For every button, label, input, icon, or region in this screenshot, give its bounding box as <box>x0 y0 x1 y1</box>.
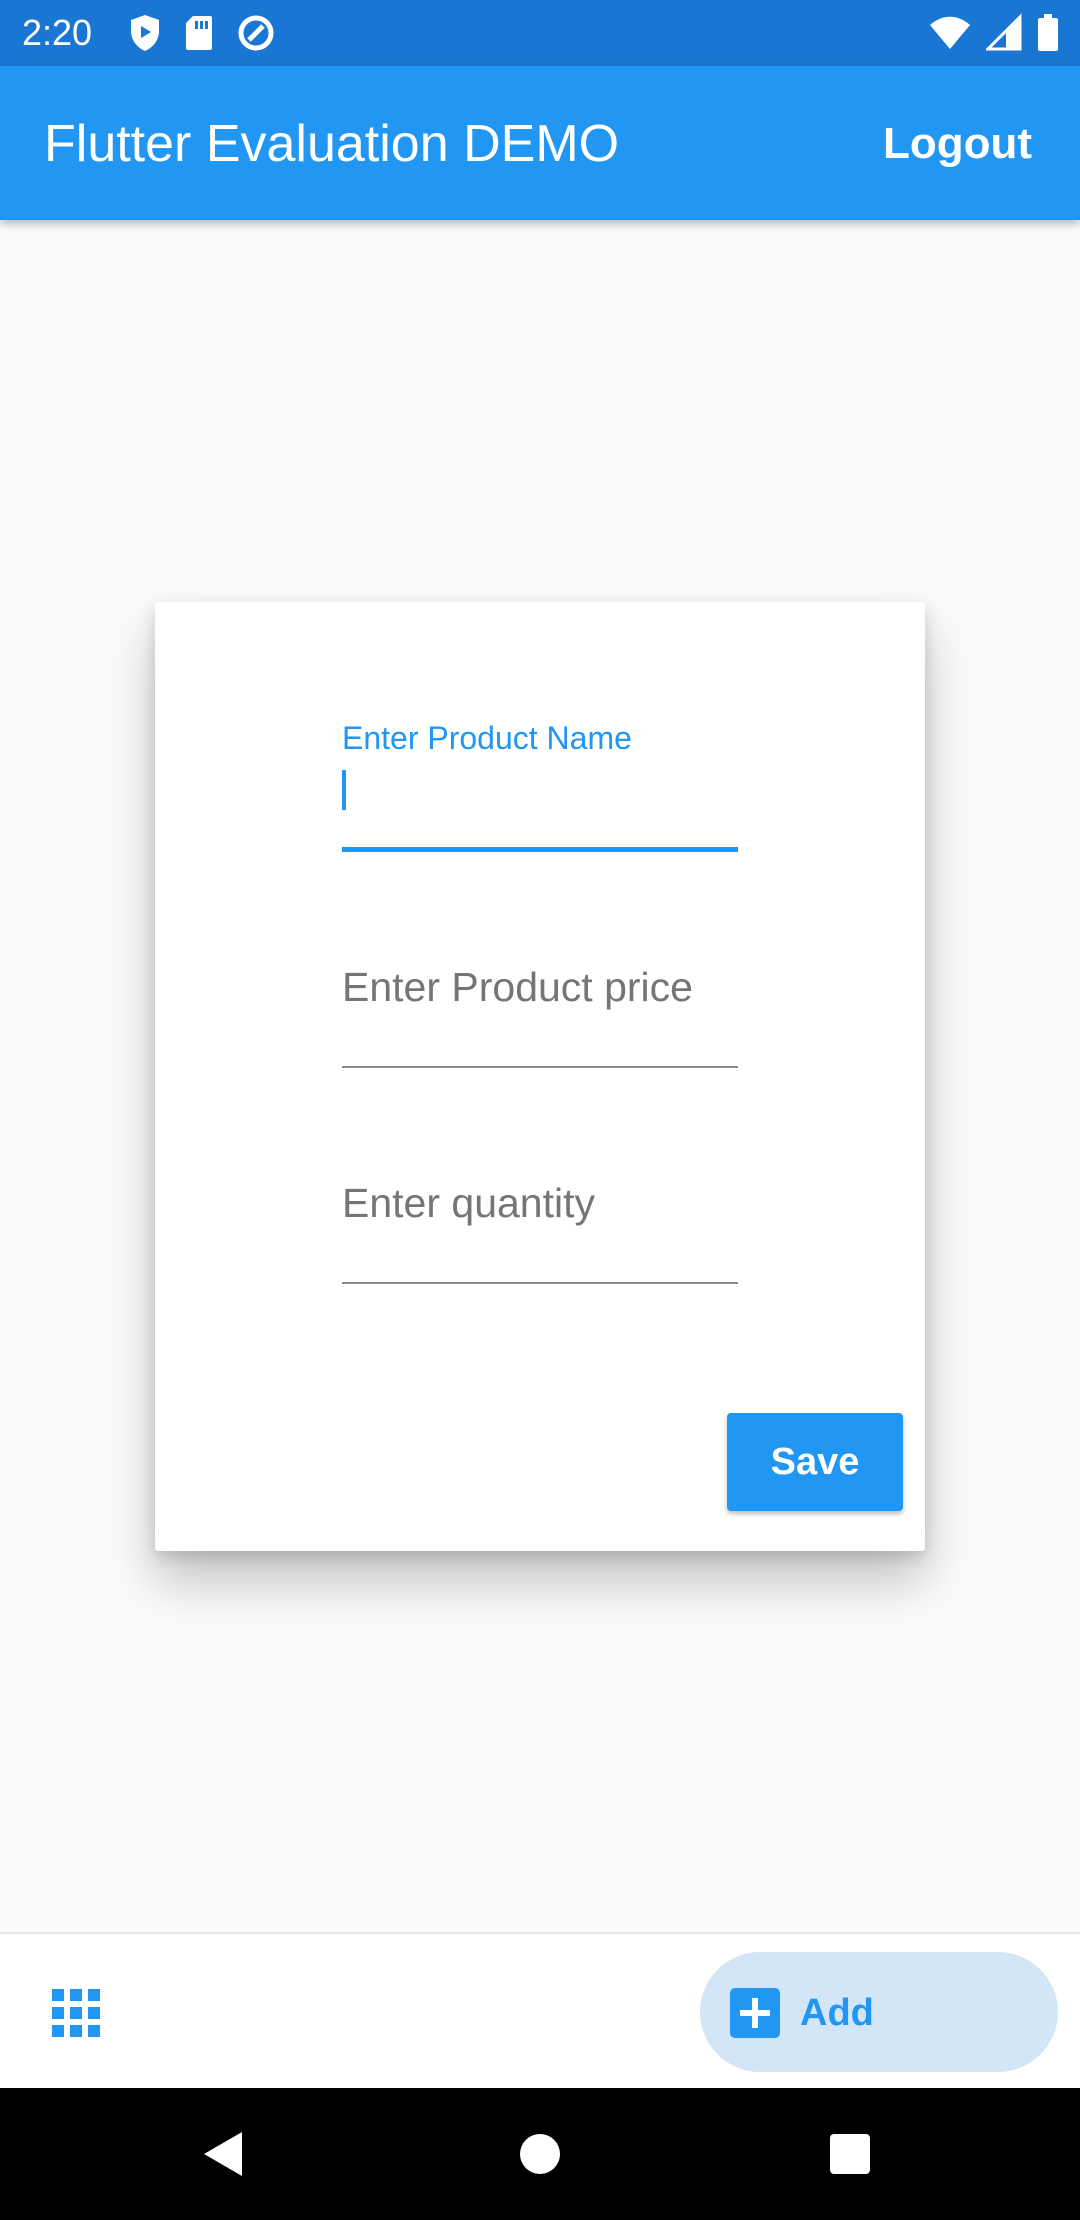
product-form-card: Enter Product Name Enter Product price E… <box>155 602 925 1551</box>
home-icon[interactable] <box>520 2134 560 2174</box>
product-price-underline <box>342 1066 738 1068</box>
product-name-label: Enter Product Name <box>342 720 632 756</box>
signal-icon <box>986 13 1022 51</box>
recents-icon[interactable] <box>830 2134 870 2174</box>
bottom-bar: Add <box>0 1932 1080 2090</box>
logout-button[interactable]: Logout <box>883 114 1032 174</box>
add-box-icon <box>730 1988 780 2038</box>
product-name-underline <box>342 847 738 852</box>
wifi-icon <box>930 16 970 49</box>
product-price-field[interactable]: Enter Product price <box>342 942 738 1068</box>
sync-icon <box>238 15 274 51</box>
grid-apps-button[interactable] <box>52 1989 100 2037</box>
add-button[interactable]: Add <box>700 1952 1058 2072</box>
system-nav-bar <box>0 2088 1080 2220</box>
quantity-placeholder: Enter quantity <box>342 1180 595 1226</box>
save-button[interactable]: Save <box>727 1413 903 1511</box>
add-label: Add <box>800 1992 874 2034</box>
back-icon[interactable] <box>202 2130 246 2178</box>
product-price-placeholder: Enter Product price <box>342 964 693 1010</box>
shield-icon <box>131 15 159 51</box>
grid-apps-icon <box>52 1989 100 2037</box>
quantity-field[interactable]: Enter quantity <box>342 1158 738 1284</box>
sd-card-icon <box>186 16 212 50</box>
product-name-field[interactable]: Enter Product Name <box>342 718 738 852</box>
quantity-underline <box>342 1282 738 1284</box>
text-cursor <box>342 770 346 810</box>
status-icons-left <box>128 13 276 53</box>
status-icons-right <box>928 13 1060 53</box>
screen: 2:20 Flutter Evaluation DEMO Logout Ente… <box>0 0 1080 2220</box>
app-title: Flutter Evaluation DEMO <box>44 115 620 173</box>
status-bar: 2:20 <box>0 0 1080 66</box>
battery-icon <box>1038 14 1058 51</box>
status-time: 2:20 <box>22 12 93 53</box>
app-bar: Flutter Evaluation DEMO Logout <box>0 66 1080 220</box>
